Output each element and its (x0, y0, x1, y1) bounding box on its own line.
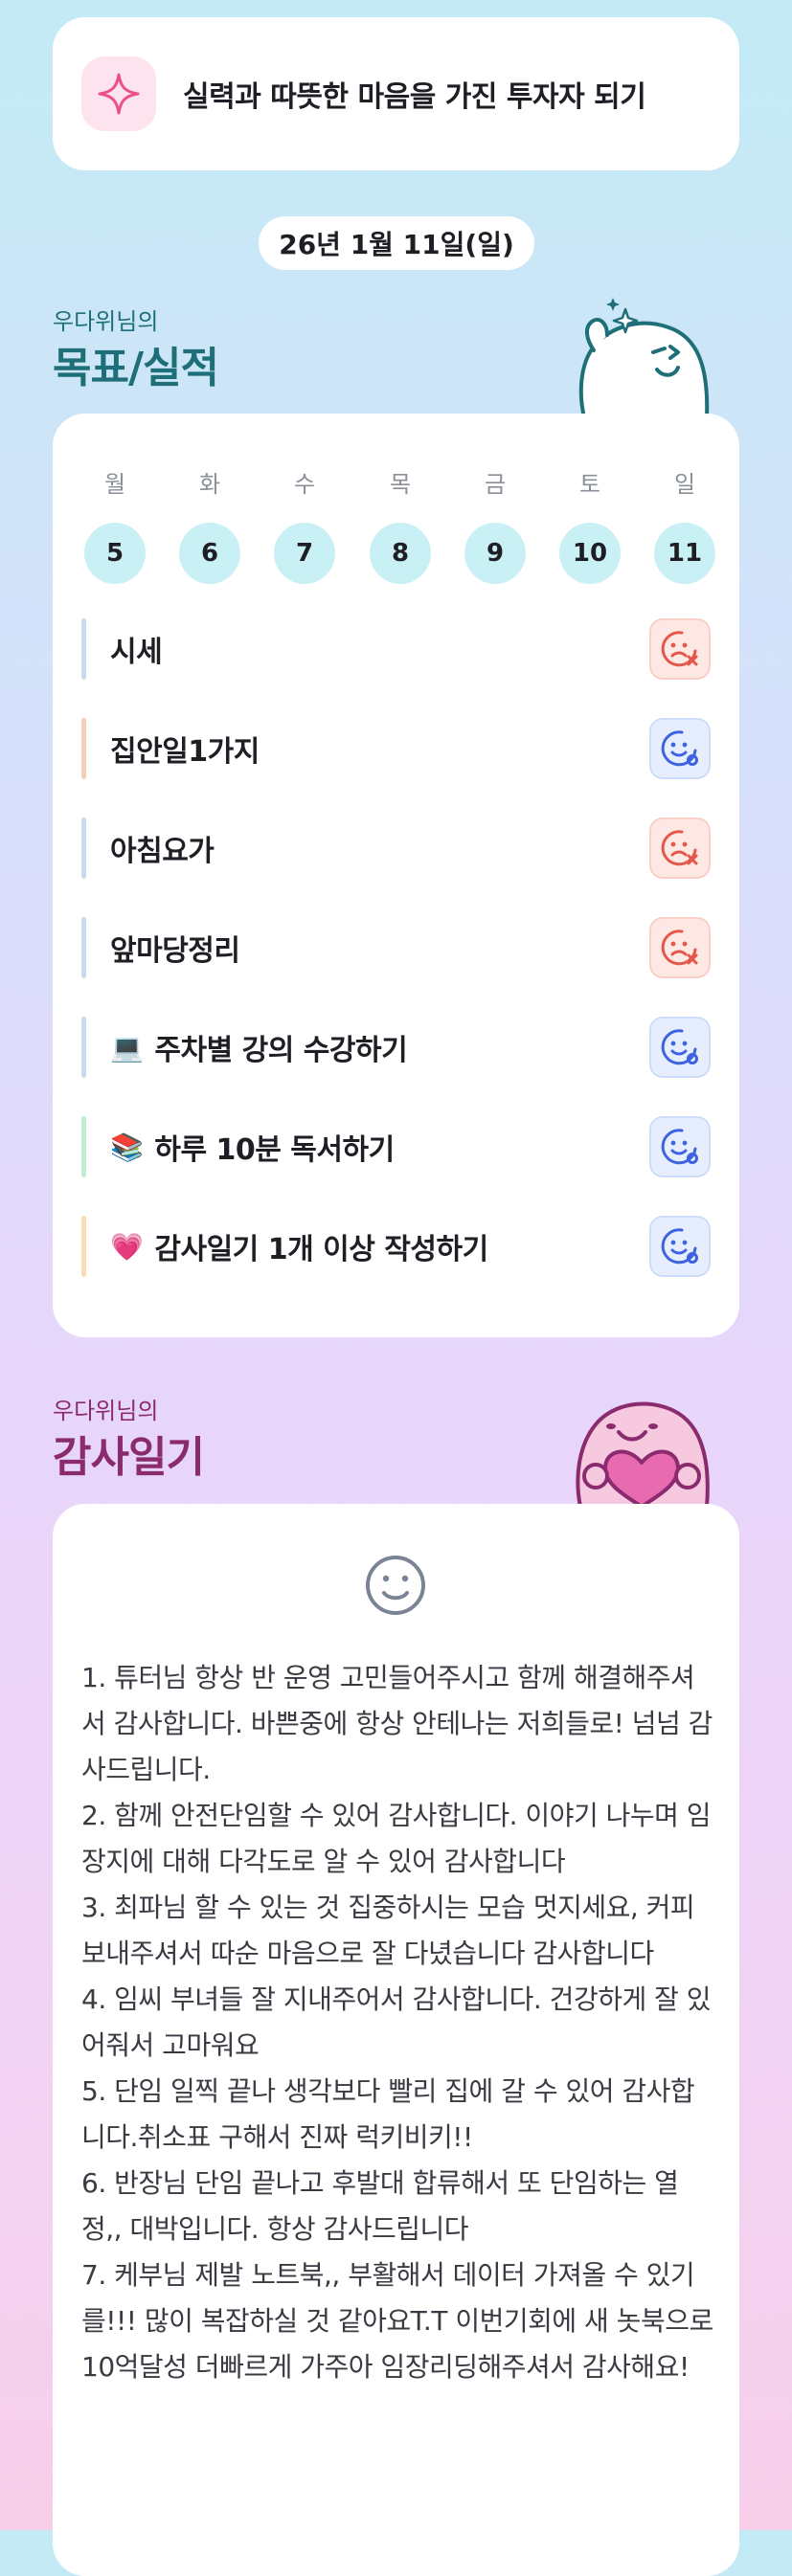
goal-emoji-icon: 📚 (110, 1131, 144, 1163)
goal-emoji-icon: 💗 (110, 1230, 144, 1263)
diary-entry: 2. 함께 안전단임할 수 있어 감사합니다. 이야기 나누며 임장지에 대해 … (81, 1800, 712, 1877)
goals-subtitle: 우다위님의 (53, 308, 159, 335)
weekday-sun: 일 (673, 471, 696, 498)
goal-item[interactable]: 💻 주차별 강의 수강하기 (81, 1013, 711, 1082)
diary-entry: 6. 반장님 단임 끝나고 후발대 합류해서 또 단임하는 열정,, 대박입니다… (81, 2167, 679, 2245)
goal-label: 집안일1가지 (110, 714, 260, 783)
diary-entry: 7. 케부님 제발 노트북,, 부활해서 데이터 가져올 수 있기를!!! 많이… (81, 2259, 713, 2383)
goal-label: 아침요가 (110, 814, 215, 883)
goal-label: 💻 주차별 강의 수강하기 (110, 1013, 408, 1082)
goal-item[interactable]: 📚 하루 10분 독서하기 (81, 1112, 711, 1181)
motto-card: 실력과 따뜻한 마음을 가진 투자자 되기 (53, 17, 739, 170)
goal-item[interactable]: 💗 감사일기 1개 이상 작성하기 (81, 1212, 711, 1281)
happy-face-check-icon[interactable] (649, 1216, 711, 1277)
goals-card: 월 화 수 목 금 토 일 5 6 7 8 9 10 11 시세집안일1가지아침… (53, 414, 739, 1337)
diary-entry: 3. 최파님 할 수 있는 것 집중하시는 모습 멋지세요, 커피보내주셔서 따… (81, 1892, 695, 1969)
goal-label: 📚 하루 10분 독서하기 (110, 1112, 395, 1181)
diary-entries: 1. 튜터님 항상 반 운영 고민들어주시고 함께 해결해주셔서 감사합니다. … (81, 1655, 713, 2390)
goal-label-text: 시세 (110, 636, 163, 669)
diary-entry: 1. 튜터님 항상 반 운영 고민들어주시고 함께 해결해주셔서 감사합니다. … (81, 1662, 713, 1785)
goal-label: 앞마당정리 (110, 913, 240, 982)
sparkle-icon (81, 56, 156, 131)
date-label: 26년 1월 11일(일) (259, 216, 534, 270)
heart-mascot-icon (576, 1401, 710, 1507)
day-wed[interactable]: 7 (274, 523, 335, 584)
diary-title: 감사일기 (53, 1433, 205, 1482)
goal-item[interactable]: 앞마당정리 (81, 913, 711, 982)
diary-subtitle: 우다위님의 (53, 1398, 159, 1424)
goal-label: 💗 감사일기 1개 이상 작성하기 (110, 1212, 488, 1281)
diary-card: 1. 튜터님 항상 반 운영 고민들어주시고 함께 해결해주셔서 감사합니다. … (53, 1504, 739, 2576)
day-thu[interactable]: 8 (370, 523, 431, 584)
day-fri[interactable]: 9 (464, 523, 526, 584)
diary-entry: 5. 단임 일찍 끝나 생각보다 빨리 집에 갈 수 있어 감사합니다.취소표 … (81, 2075, 695, 2153)
goal-accent-bar (81, 1216, 86, 1277)
day-sat[interactable]: 10 (559, 523, 621, 584)
weekday-sat: 토 (578, 471, 601, 498)
goal-label-text: 앞마당정리 (110, 934, 240, 968)
goal-label-text: 집안일1가지 (110, 735, 260, 769)
goal-emoji-icon: 💻 (110, 1031, 144, 1064)
goal-label: 시세 (110, 615, 163, 683)
goals-title: 목표/실적 (53, 344, 219, 392)
day-sun[interactable]: 11 (654, 523, 715, 584)
weekday-wed: 수 (293, 471, 316, 498)
sad-face-x-icon[interactable] (649, 917, 711, 978)
goal-item[interactable]: 시세 (81, 615, 711, 683)
goal-accent-bar (81, 1017, 86, 1078)
ghost-mascot-icon (578, 298, 710, 417)
goal-label-text: 아침요가 (110, 835, 215, 868)
goal-item[interactable]: 집안일1가지 (81, 714, 711, 783)
goal-label-text: 감사일기 1개 이상 작성하기 (154, 1233, 488, 1266)
goal-accent-bar (81, 618, 86, 680)
sad-face-x-icon[interactable] (649, 818, 711, 879)
sad-face-x-icon[interactable] (649, 618, 711, 680)
weekday-fri: 금 (484, 471, 507, 498)
diary-entry: 4. 임씨 부녀들 잘 지내주어서 감사합니다. 건강하게 잘 있어줘서 고마워… (81, 1983, 712, 2061)
weekday-thu: 목 (389, 471, 412, 498)
goal-accent-bar (81, 818, 86, 879)
goal-label-text: 하루 10분 독서하기 (154, 1133, 395, 1167)
goal-accent-bar (81, 917, 86, 978)
happy-face-check-icon[interactable] (649, 718, 711, 779)
weekday-tue: 화 (198, 471, 221, 498)
happy-face-check-icon[interactable] (649, 1116, 711, 1177)
happy-face-check-icon[interactable] (649, 1017, 711, 1078)
smile-face-icon (366, 1556, 425, 1615)
goal-accent-bar (81, 1116, 86, 1177)
weekday-mon: 월 (103, 471, 126, 498)
day-mon[interactable]: 5 (84, 523, 146, 584)
goal-label-text: 주차별 강의 수강하기 (154, 1034, 408, 1067)
goal-accent-bar (81, 718, 86, 779)
day-tue[interactable]: 6 (179, 523, 240, 584)
goal-item[interactable]: 아침요가 (81, 814, 711, 883)
motto-text: 실력과 따뜻한 마음을 가진 투자자 되기 (183, 80, 646, 114)
